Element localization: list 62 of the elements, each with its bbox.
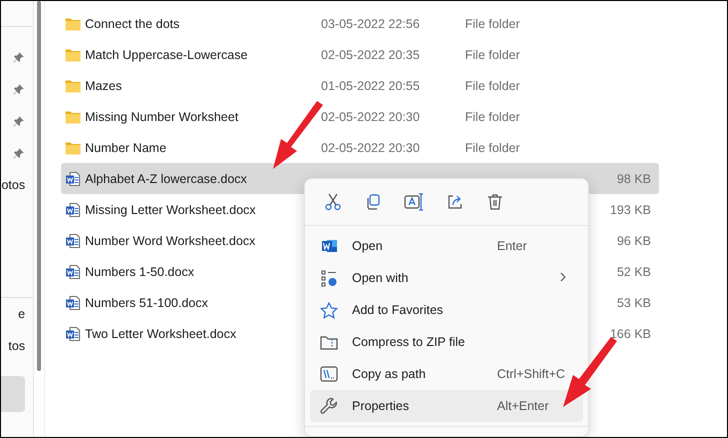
scrollbar[interactable] [37,1,41,371]
word-document-icon [65,232,81,248]
file-size: 166 KB [608,326,651,340]
file-size: 52 KB [616,264,651,278]
star-icon [320,302,338,318]
menu-item[interactable]: Compress to ZIP file [310,326,583,358]
file-type: File folder [465,48,521,62]
rename-icon[interactable] [404,193,424,211]
word-document-icon [65,264,81,280]
file-name[interactable]: Mazes [85,78,122,92]
file-type: File folder [465,140,521,154]
file-name[interactable]: Connect the dots [85,16,180,30]
file-name[interactable]: Numbers 1-50.docx [85,264,194,278]
word-document-icon [65,202,81,218]
folder-icon [65,16,81,30]
pin-icon[interactable] [13,84,24,94]
folder-icon [65,140,81,154]
pin-icon[interactable] [13,116,24,126]
file-name[interactable]: Number Word Worksheet.docx [85,234,256,248]
date-modified: 02-05-2022 20:35 [321,48,421,62]
word-icon [320,238,338,254]
file-size: 98 KB [616,172,651,186]
menu-item[interactable]: Properties Alt+Enter [310,390,583,422]
folder-icon [65,78,81,92]
file-name[interactable]: Alphabet A-Z lowercase.docx [85,172,247,186]
menu-item[interactable]: Add to Favorites [310,294,583,326]
folder-icon [65,110,81,124]
file-name[interactable]: Missing Letter Worksheet.docx [85,202,256,216]
delete-icon[interactable] [486,193,504,211]
pin-icon[interactable] [13,52,24,62]
file-size: 96 KB [616,234,651,248]
zip-folder-icon [320,334,338,350]
word-document-icon [65,294,81,310]
date-modified: 02-05-2022 20:30 [321,110,421,124]
pin-icon[interactable] [13,148,24,158]
date-modified: 01-05-2022 20:55 [321,78,421,92]
file-name[interactable]: Two Letter Worksheet.docx [85,326,236,340]
menu-item[interactable]: Copy as path Ctrl+Shift+C [310,358,583,390]
copy-path-icon [320,366,338,382]
file-name[interactable]: Number Name [85,140,166,154]
file-type: File folder [465,16,521,30]
apps-icon [320,270,338,286]
sidebar-item[interactable]: otos [1,178,26,192]
folder-icon [65,48,81,62]
file-name[interactable]: Match Uppercase-Lowercase [85,48,248,62]
date-modified: 02-05-2022 20:30 [321,140,421,154]
file-size: 193 KB [608,202,651,216]
wrench-icon [320,397,338,415]
date-modified: 03-05-2022 22:56 [321,16,421,30]
file-type: File folder [465,78,521,92]
word-document-icon [65,170,81,186]
cut-icon[interactable] [324,193,342,211]
file-type: File folder [465,110,521,124]
share-icon[interactable] [446,193,464,211]
file-size: 53 KB [616,296,651,310]
word-document-icon [65,326,81,342]
file-name[interactable]: Missing Number Worksheet [85,110,238,124]
sidebar-item[interactable]: tos [8,339,26,353]
sidebar-item[interactable]: e [18,307,26,321]
menu-item[interactable]: Open Enter [310,230,583,262]
file-name[interactable]: Numbers 51-100.docx [85,296,208,310]
menu-item[interactable]: Open with [310,262,583,294]
